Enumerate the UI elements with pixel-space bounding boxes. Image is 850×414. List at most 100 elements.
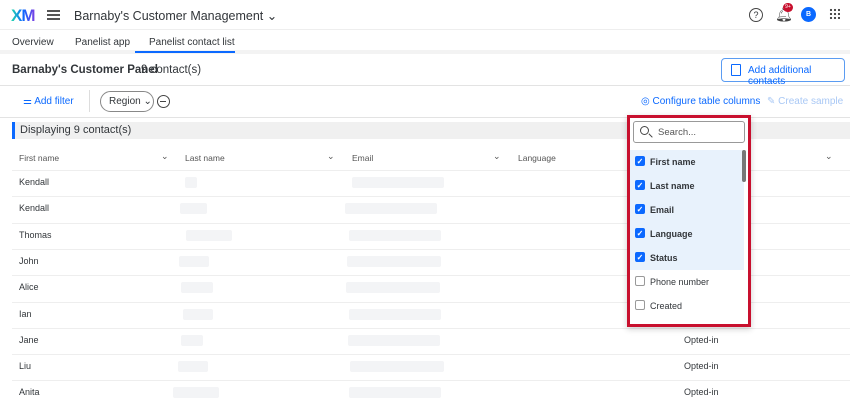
email-cell-redacted — [349, 308, 441, 320]
email-cell-redacted — [346, 282, 440, 294]
email-cell-redacted — [349, 229, 441, 241]
help-icon[interactable]: ? — [749, 8, 763, 22]
divider — [89, 90, 90, 112]
checkbox[interactable]: ✓ — [635, 252, 645, 262]
row-divider — [12, 380, 850, 382]
status-cell: Opted-in — [684, 334, 719, 345]
tab-overview[interactable]: Overview — [12, 37, 54, 48]
add-filter-label: Add filter — [34, 96, 74, 107]
panel-title: Barnaby's Customer Panel — [12, 64, 158, 76]
create-sample-button[interactable]: ✎ Create sample — [767, 96, 843, 107]
first-name-cell: John — [19, 255, 39, 266]
first-name-cell: Kendall — [19, 203, 50, 214]
column-option[interactable]: ✓ Language — [630, 222, 744, 246]
column-option[interactable]: Created — [630, 294, 744, 318]
column-option-label: Phone number — [650, 277, 710, 287]
add-contacts-label: Add additional contacts — [748, 65, 812, 87]
email-cell-redacted — [348, 334, 440, 346]
region-filter[interactable]: Region ⌄ — [100, 91, 154, 112]
checkbox[interactable]: ✓ — [635, 228, 645, 238]
create-sample-label: Create sample — [778, 96, 844, 107]
column-option[interactable]: Phone number — [630, 270, 744, 294]
email-cell-redacted — [347, 255, 441, 267]
first-name-cell: Liu — [19, 361, 32, 372]
filter-icon: ⚌ — [23, 96, 32, 107]
last-name-cell-redacted — [181, 282, 213, 294]
scrollbar[interactable] — [742, 150, 746, 182]
column-search-input[interactable]: Search... — [633, 121, 745, 143]
xm-logo[interactable]: XM — [11, 6, 35, 26]
configure-label: Configure table columns — [652, 96, 761, 107]
search-icon — [640, 126, 649, 135]
tab-panelist-app[interactable]: Panelist app — [75, 37, 130, 48]
contacts-icon — [731, 64, 741, 76]
column-option[interactable]: ✓ First name — [630, 150, 744, 174]
last-name-cell-redacted — [181, 334, 203, 346]
column-option[interactable]: ✓ Email — [630, 198, 744, 222]
app-grid-icon[interactable] — [829, 8, 840, 19]
first-name-cell: Kendall — [19, 177, 50, 187]
email-cell-redacted — [352, 177, 444, 188]
last-name-cell-redacted — [185, 177, 197, 188]
column-option[interactable]: ✓ Status — [630, 246, 744, 270]
menu-icon[interactable] — [47, 10, 60, 20]
first-name-cell: Jane — [19, 334, 39, 345]
checkbox[interactable]: ✓ — [635, 180, 645, 190]
col-first-name[interactable]: First name — [19, 153, 59, 163]
eye-icon: ◎ — [641, 96, 650, 107]
first-name-cell: Thomas — [19, 229, 52, 240]
last-name-cell-redacted — [179, 255, 209, 267]
checkbox[interactable]: ✓ — [635, 156, 645, 166]
notification-badge: 9+ — [783, 3, 793, 12]
configure-columns-button[interactable]: ◎ Configure table columns — [641, 96, 760, 107]
remove-filter-icon[interactable] — [157, 95, 170, 108]
last-name-cell-redacted — [183, 308, 213, 320]
column-option[interactable]: ✓ Last name — [630, 174, 744, 198]
row-divider — [12, 327, 850, 329]
project-name: Barnaby's Customer Management — [74, 9, 264, 23]
checkbox[interactable] — [635, 300, 645, 310]
search-placeholder: Search... — [658, 127, 697, 138]
column-option-label: Email — [650, 205, 675, 215]
status-cell: Opted-in — [684, 387, 719, 398]
email-cell-redacted — [349, 387, 441, 399]
col-email[interactable]: Email — [352, 153, 373, 163]
column-option-label: Status — [650, 253, 678, 263]
first-name-cell: Ian — [19, 308, 32, 319]
contact-count: 9 contact(s) — [141, 64, 202, 76]
avatar[interactable]: B — [801, 7, 816, 22]
chevron-down-icon: ⌄ — [143, 96, 152, 107]
email-cell-redacted — [345, 203, 437, 215]
column-option-label: Created — [650, 301, 683, 311]
chevron-down-icon[interactable]: ⌄ — [327, 151, 335, 162]
top-bar: XM Barnaby's Customer Management ⌄ ? 🔔︎ … — [0, 0, 850, 30]
row-divider — [12, 354, 850, 356]
checkbox[interactable]: ✓ — [635, 204, 645, 214]
last-name-cell-redacted — [178, 361, 208, 373]
email-cell-redacted — [350, 361, 444, 373]
chevron-down-icon: ⌄ — [266, 9, 278, 23]
chevron-down-icon[interactable]: ⌄ — [493, 151, 501, 162]
first-name-cell: Anita — [19, 387, 40, 398]
project-selector[interactable]: Barnaby's Customer Management ⌄ — [74, 8, 277, 23]
column-option-label: Last name — [650, 181, 695, 191]
region-label: Region — [109, 96, 141, 107]
last-name-cell-redacted — [186, 229, 232, 241]
col-language[interactable]: Language — [518, 153, 556, 163]
col-last-name[interactable]: Last name — [185, 153, 225, 163]
last-name-cell-redacted — [180, 203, 207, 215]
first-name-cell: Alice — [19, 282, 39, 293]
status-cell: Opted-in — [684, 361, 719, 372]
column-option-label: First name — [650, 157, 696, 167]
pen-icon: ✎ — [767, 96, 776, 107]
chevron-down-icon[interactable]: ⌄ — [161, 151, 169, 162]
last-name-cell-redacted — [173, 387, 219, 399]
divider — [0, 85, 850, 86]
tab-panelist-contact-list[interactable]: Panelist contact list — [149, 37, 235, 48]
checkbox[interactable] — [635, 276, 645, 286]
column-option-label: Language — [650, 229, 693, 239]
active-tab-indicator — [135, 51, 235, 53]
add-filter-button[interactable]: ⚌ Add filter — [23, 96, 74, 107]
chevron-down-icon[interactable]: ⌄ — [825, 151, 833, 162]
add-contacts-button[interactable]: Add additional contacts — [721, 58, 845, 87]
